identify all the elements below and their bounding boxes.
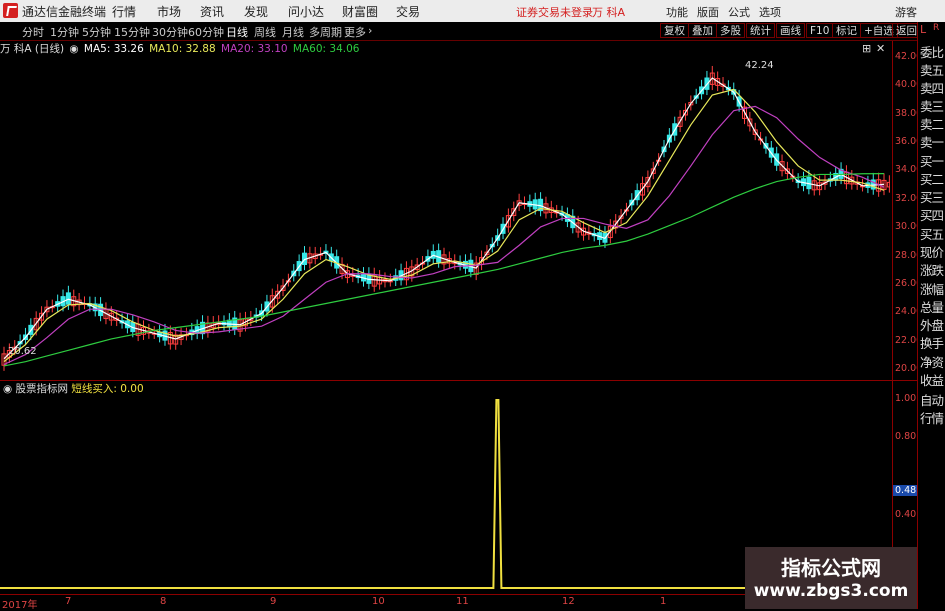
menu-jiaoyi[interactable]: 交易 xyxy=(396,3,420,20)
sidebar-item[interactable]: 买四 xyxy=(920,205,945,224)
menu-hangqing[interactable]: 行情 xyxy=(112,3,136,20)
ind-cursor-value: 0.48 xyxy=(893,485,919,496)
sidebar-item[interactable]: 卖四 xyxy=(920,78,945,97)
period-toolbar: 分时 1分钟 5分钟 15分钟 30分钟 60分钟 日线 周线 月线 多周期 更… xyxy=(0,22,945,41)
chevron-right-icon[interactable]: › xyxy=(368,24,372,37)
menu-caifuquan[interactable]: 财富圈 xyxy=(342,3,378,20)
menu-zixun[interactable]: 资讯 xyxy=(200,3,224,20)
current-stock: 万 科A xyxy=(592,6,626,19)
date-label: 8 xyxy=(160,596,167,607)
period-15min[interactable]: 15分钟 xyxy=(114,24,150,40)
date-label: 7 xyxy=(65,596,72,607)
sidebar-item[interactable]: 卖三 xyxy=(920,96,945,115)
sidebar-item[interactable]: 买五 xyxy=(920,224,945,243)
sidebar-item[interactable]: 卖二 xyxy=(920,114,945,133)
sidebar-item[interactable]: 涨跌 xyxy=(920,260,945,279)
date-label: 10 xyxy=(372,596,385,607)
fuquan-button[interactable]: 复权 xyxy=(660,23,689,38)
sidebar-item[interactable]: 净资 xyxy=(920,352,945,371)
date-label: 9 xyxy=(270,596,277,607)
date-label: 11 xyxy=(456,596,469,607)
settings-icon[interactable]: ◉ xyxy=(69,43,78,55)
user-label[interactable]: 游客 xyxy=(895,4,917,20)
sidebar-item[interactable]: 委比 xyxy=(920,42,945,61)
period-monthly[interactable]: 月线 xyxy=(282,24,304,40)
period-fenshi[interactable]: 分时 xyxy=(22,24,44,40)
menu-shichang[interactable]: 市场 xyxy=(157,3,181,20)
login-notice[interactable]: 证券交易未登录 xyxy=(516,4,593,20)
close-icon[interactable]: ✕ xyxy=(876,42,885,55)
ind-tick: 1.00 xyxy=(895,393,917,404)
sidebar-item[interactable]: 换手 xyxy=(920,333,945,352)
period-more[interactable]: 更多 xyxy=(344,24,366,40)
app-logo-icon xyxy=(3,3,18,18)
period-multi[interactable]: 多周期 xyxy=(309,24,342,40)
period-daily[interactable]: 日线 xyxy=(226,24,248,40)
menu-gongneng[interactable]: 功能 xyxy=(666,4,688,20)
date-label: 12 xyxy=(562,596,575,607)
period-weekly[interactable]: 周线 xyxy=(254,24,276,40)
ma20-value: MA20: 33.10 xyxy=(221,43,288,55)
quote-sidebar: L R 委比 卖五 卖四 卖三 卖二 卖一 买一 买二 买三 买四 买五 现价 涨跌 涨幅 总量 外盘 换手 净资… xyxy=(917,22,945,609)
expand-icon[interactable]: ⊞ xyxy=(862,42,871,55)
ma60-value: MA60: 34.06 xyxy=(292,43,360,55)
overlay-button[interactable]: 叠加 xyxy=(688,23,717,38)
sidebar-item[interactable]: 卖一 xyxy=(920,132,945,151)
stock-label: 万 科A (日线) xyxy=(0,43,65,55)
sidebar-item[interactable]: 总量 xyxy=(920,297,945,316)
kline-chart[interactable] xyxy=(0,57,890,377)
period-1min[interactable]: 1分钟 xyxy=(50,24,79,40)
watermark-url: www.zbgs3.com xyxy=(753,581,909,601)
ma-line-ma10 xyxy=(3,88,885,363)
multi-stock-button[interactable]: 多股 xyxy=(716,23,745,38)
title-bar: 通达信金融终端 行情 市场 资讯 发现 问小达 财富圈 交易 证券交易未登录 万… xyxy=(0,0,945,23)
candle-body xyxy=(65,292,71,305)
statistics-button[interactable]: 统计 xyxy=(746,23,775,38)
sidebar-item[interactable]: 外盘 xyxy=(920,315,945,334)
sidebar-item[interactable]: 现价 xyxy=(920,242,945,261)
menu-faxian[interactable]: 发现 xyxy=(244,3,268,20)
menu-xuanxiang[interactable]: 选项 xyxy=(759,4,781,20)
high-annotation: 42.24 xyxy=(745,60,774,71)
ind-tick: 0.40 xyxy=(895,509,917,520)
draw-line-button[interactable]: 画线 xyxy=(776,23,805,38)
sidebar-item[interactable]: 涨幅 xyxy=(920,279,945,298)
menu-banmian[interactable]: 版面 xyxy=(697,4,719,20)
sidebar-item[interactable]: 行情 xyxy=(920,408,945,427)
f10-button[interactable]: F10 xyxy=(806,23,834,38)
sidebar-item[interactable]: 收益 xyxy=(920,370,945,389)
ma-legend: 万 科A (日线) ◉ MA5: 33.26 MA10: 32.88 MA20:… xyxy=(0,41,361,57)
menu-gongshi[interactable]: 公式 xyxy=(728,4,750,20)
period-60min[interactable]: 60分钟 xyxy=(188,24,224,40)
watermark: 指标公式网 www.zbgs3.com xyxy=(745,547,917,609)
sidebar-item[interactable]: 卖五 xyxy=(920,60,945,79)
price-axis: 42.00 40.00 38.00 36.00 34.00 32.00 30.00 28.00… xyxy=(892,41,922,381)
sidebar-item[interactable]: 买二 xyxy=(920,169,945,188)
period-5min[interactable]: 5分钟 xyxy=(82,24,111,40)
app-name: 通达信金融终端 xyxy=(22,5,107,19)
ma10-value: MA10: 32.88 xyxy=(149,43,216,55)
period-30min[interactable]: 30分钟 xyxy=(152,24,188,40)
watermark-title: 指标公式网 xyxy=(781,556,881,580)
ind-tick: 0.80 xyxy=(895,431,917,442)
low-annotation: 20.62 xyxy=(8,346,37,357)
sidebar-item[interactable]: 买三 xyxy=(920,187,945,206)
ma5-value: MA5: 33.26 xyxy=(83,43,144,55)
mark-button[interactable]: 标记 xyxy=(832,23,861,38)
sidebar-item[interactable]: 买一 xyxy=(920,151,945,170)
date-label: 1 xyxy=(660,596,667,607)
sidebar-r[interactable]: R xyxy=(933,23,945,33)
menu-wenxiaoda[interactable]: 问小达 xyxy=(288,3,324,20)
sidebar-item[interactable]: 自动 xyxy=(920,390,945,409)
